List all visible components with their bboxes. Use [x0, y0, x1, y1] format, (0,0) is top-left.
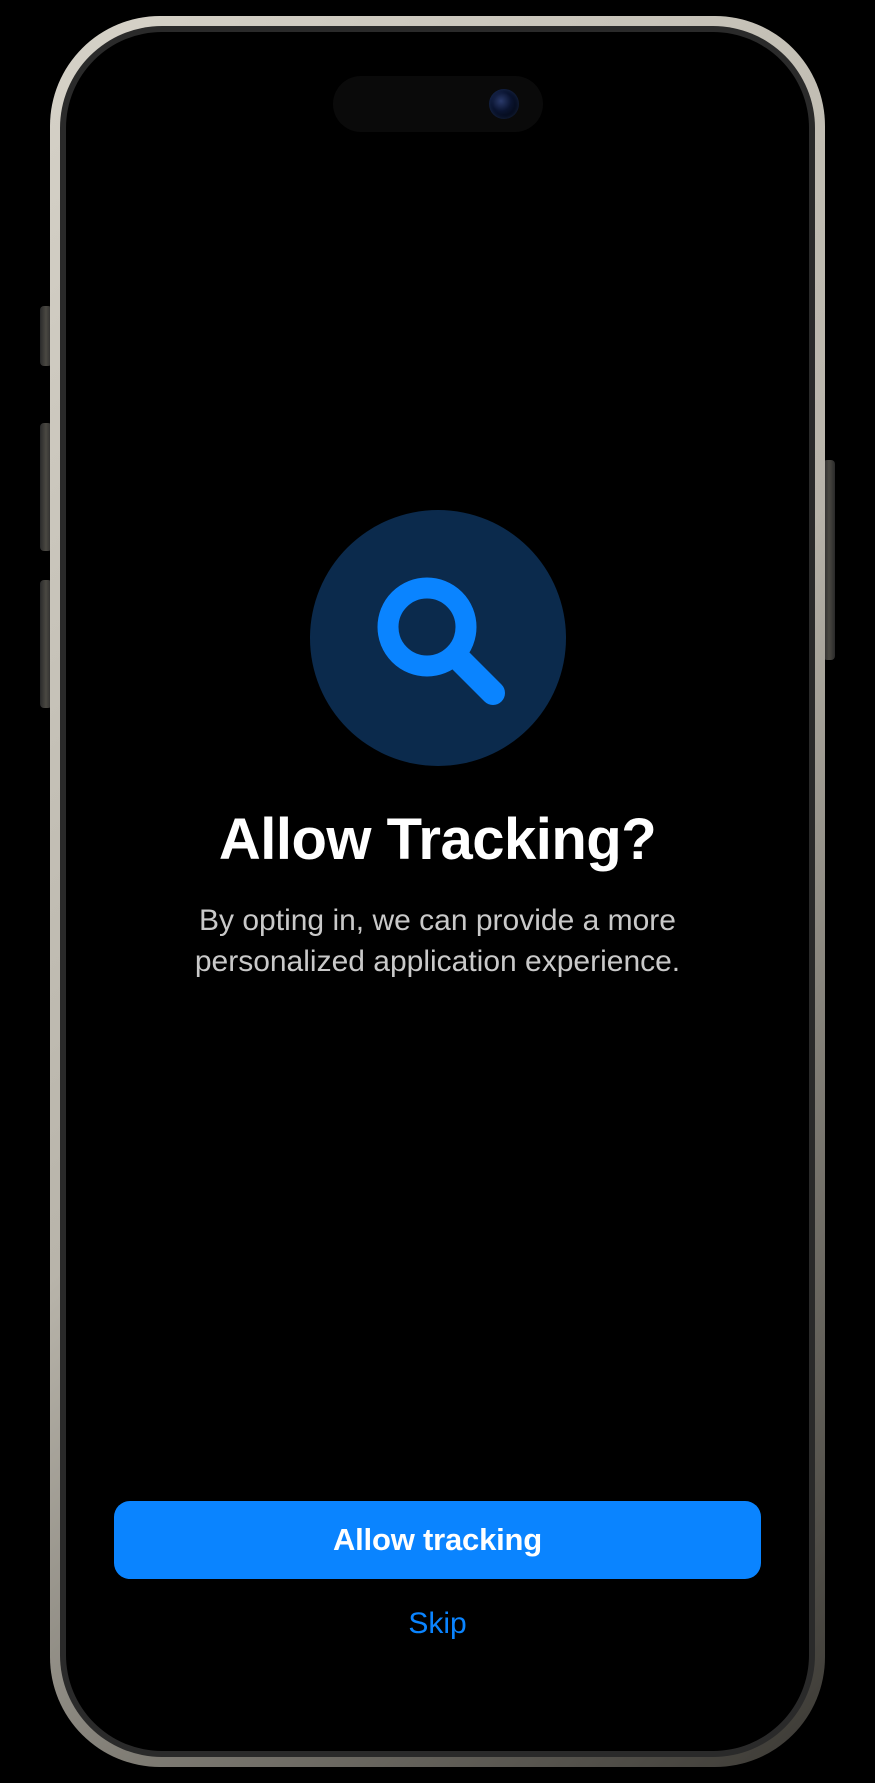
front-camera [489, 89, 519, 119]
skip-button[interactable]: Skip [388, 1599, 486, 1649]
tracking-prompt-view: Allow Tracking? By opting in, we can pro… [66, 32, 809, 1751]
prompt-subtitle: By opting in, we can provide a more pers… [168, 901, 708, 982]
search-icon [367, 567, 517, 717]
button-group: Allow tracking Skip [114, 1501, 761, 1649]
phone-frame: Allow Tracking? By opting in, we can pro… [50, 16, 825, 1767]
prompt-title: Allow Tracking? [219, 806, 656, 873]
hero-icon-circle [310, 510, 566, 766]
phone-bezel: Allow Tracking? By opting in, we can pro… [60, 26, 815, 1757]
dynamic-island [333, 76, 543, 132]
screen: Allow Tracking? By opting in, we can pro… [66, 32, 809, 1751]
allow-tracking-button[interactable]: Allow tracking [114, 1501, 761, 1579]
